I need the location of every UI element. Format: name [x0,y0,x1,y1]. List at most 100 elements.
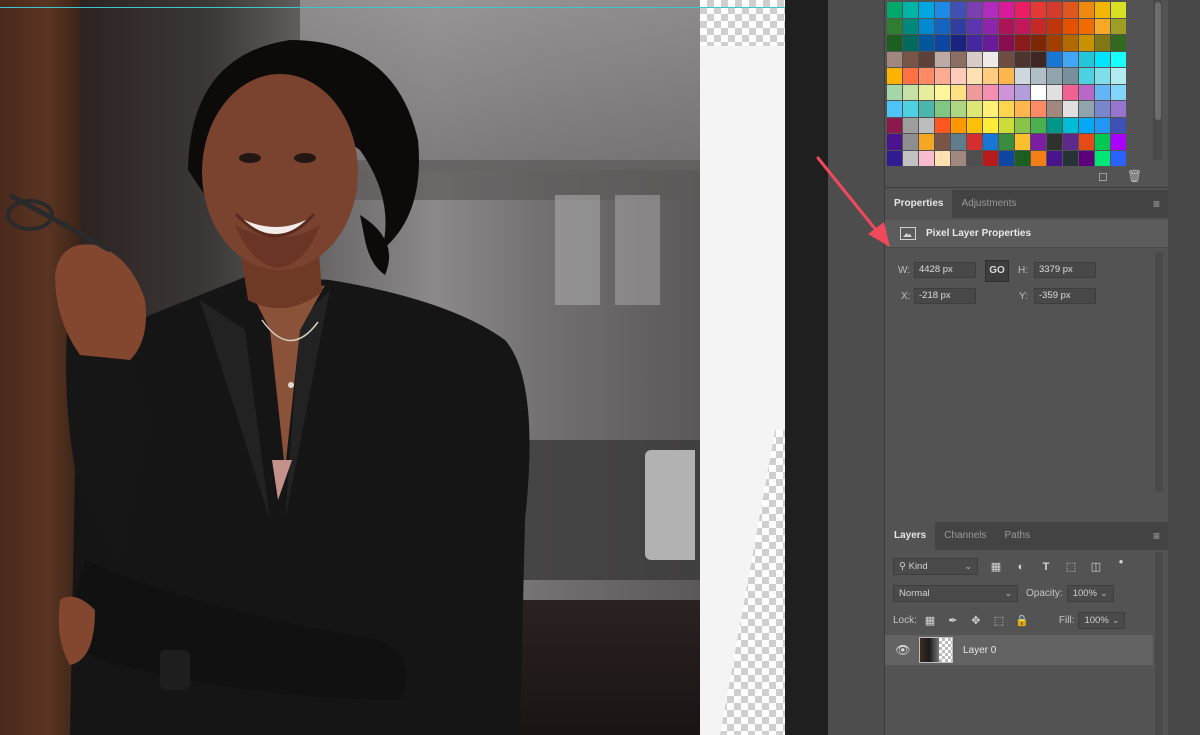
color-swatch[interactable] [1047,35,1062,51]
guide-line[interactable] [0,7,785,8]
link-dimensions-button[interactable]: GO [985,260,1009,282]
color-swatch[interactable] [903,101,918,117]
color-swatch[interactable] [967,51,982,67]
color-swatch[interactable] [983,18,998,34]
color-swatch[interactable] [1031,84,1046,100]
color-swatch[interactable] [1047,2,1062,18]
color-swatch[interactable] [1095,84,1110,100]
color-swatch[interactable] [951,150,966,166]
color-swatch[interactable] [1015,68,1030,84]
color-swatch[interactable] [887,134,902,150]
color-swatch[interactable] [1095,2,1110,18]
color-swatch[interactable] [1015,2,1030,18]
color-swatch[interactable] [1079,150,1094,166]
opacity-field[interactable]: 100% ⌄ [1066,585,1114,602]
color-swatch[interactable] [1015,150,1030,166]
color-swatch[interactable] [935,51,950,67]
color-swatch[interactable] [935,150,950,166]
type-filter-icon[interactable]: T [1039,561,1053,573]
color-swatch[interactable] [935,18,950,34]
color-swatch[interactable] [951,117,966,133]
color-swatch[interactable] [919,101,934,117]
color-swatch[interactable] [1079,117,1094,133]
color-swatch[interactable] [903,35,918,51]
color-swatch[interactable] [951,35,966,51]
color-swatch[interactable] [1111,35,1126,51]
color-swatch[interactable] [1095,150,1110,166]
color-swatch[interactable] [1015,18,1030,34]
color-swatch[interactable] [983,134,998,150]
color-swatch[interactable] [1111,18,1126,34]
color-swatch[interactable] [999,2,1014,18]
document-canvas[interactable] [0,0,785,735]
color-swatch[interactable] [919,51,934,67]
color-swatch[interactable] [1063,117,1078,133]
color-swatch[interactable] [903,84,918,100]
color-swatch[interactable] [967,101,982,117]
color-swatch[interactable] [1095,18,1110,34]
color-swatch[interactable] [983,68,998,84]
color-swatch[interactable] [951,18,966,34]
color-swatch[interactable] [919,117,934,133]
color-swatch[interactable] [1031,150,1046,166]
color-swatch[interactable] [951,51,966,67]
color-swatch[interactable] [919,134,934,150]
color-swatch[interactable] [1047,150,1062,166]
color-swatch[interactable] [1015,101,1030,117]
color-swatch[interactable] [935,84,950,100]
color-swatch[interactable] [1079,2,1094,18]
color-swatch[interactable] [935,101,950,117]
color-swatch[interactable] [1015,35,1030,51]
kind-filter-select[interactable]: ⚲ Kind ⌄ [893,558,978,575]
color-swatch[interactable] [1063,2,1078,18]
color-swatch[interactable] [903,134,918,150]
color-swatch[interactable] [1063,150,1078,166]
color-swatch[interactable] [1063,35,1078,51]
color-swatch[interactable] [1095,35,1110,51]
color-swatch[interactable] [1063,134,1078,150]
color-swatch[interactable] [1095,117,1110,133]
color-swatch[interactable] [983,51,998,67]
color-swatch[interactable] [1079,134,1094,150]
color-swatch[interactable] [1095,68,1110,84]
layers-scrollbar[interactable] [1155,552,1163,735]
filter-toggle-icon[interactable]: ● [1114,557,1128,566]
color-swatch[interactable] [935,134,950,150]
properties-scrollbar[interactable] [1155,252,1163,492]
color-swatch[interactable] [935,35,950,51]
color-swatch[interactable] [951,68,966,84]
color-swatch[interactable] [1079,51,1094,67]
color-swatch[interactable] [967,35,982,51]
blend-mode-select[interactable]: Normal ⌄ [893,585,1018,602]
color-swatch[interactable] [1063,51,1078,67]
color-swatch[interactable] [1111,51,1126,67]
color-swatch[interactable] [1015,51,1030,67]
y-field[interactable]: -359 px [1034,288,1096,304]
color-swatch[interactable] [1079,84,1094,100]
layer-name[interactable]: Layer 0 [963,645,996,656]
color-swatch[interactable] [1079,68,1094,84]
color-swatch[interactable] [919,35,934,51]
color-swatch[interactable] [1111,2,1126,18]
tab-layers[interactable]: Layers [885,522,936,550]
color-swatch[interactable] [1031,51,1046,67]
width-field[interactable]: 4428 px [914,262,976,278]
layer-photo[interactable] [0,0,700,735]
color-swatch[interactable] [887,101,902,117]
color-swatch[interactable] [999,68,1014,84]
lock-image-icon[interactable]: ✒ [946,614,960,627]
color-swatch[interactable] [999,101,1014,117]
color-swatch[interactable] [1047,51,1062,67]
color-swatch[interactable] [1095,51,1110,67]
color-swatch[interactable] [1015,117,1030,133]
color-swatch[interactable] [967,18,982,34]
color-swatch[interactable] [1047,84,1062,100]
color-swatch[interactable] [1015,134,1030,150]
color-swatch[interactable] [983,150,998,166]
color-swatch[interactable] [967,150,982,166]
color-swatch[interactable] [999,134,1014,150]
color-swatch[interactable] [967,84,982,100]
color-swatch[interactable] [1063,101,1078,117]
color-swatch[interactable] [1079,101,1094,117]
color-swatch[interactable] [935,117,950,133]
